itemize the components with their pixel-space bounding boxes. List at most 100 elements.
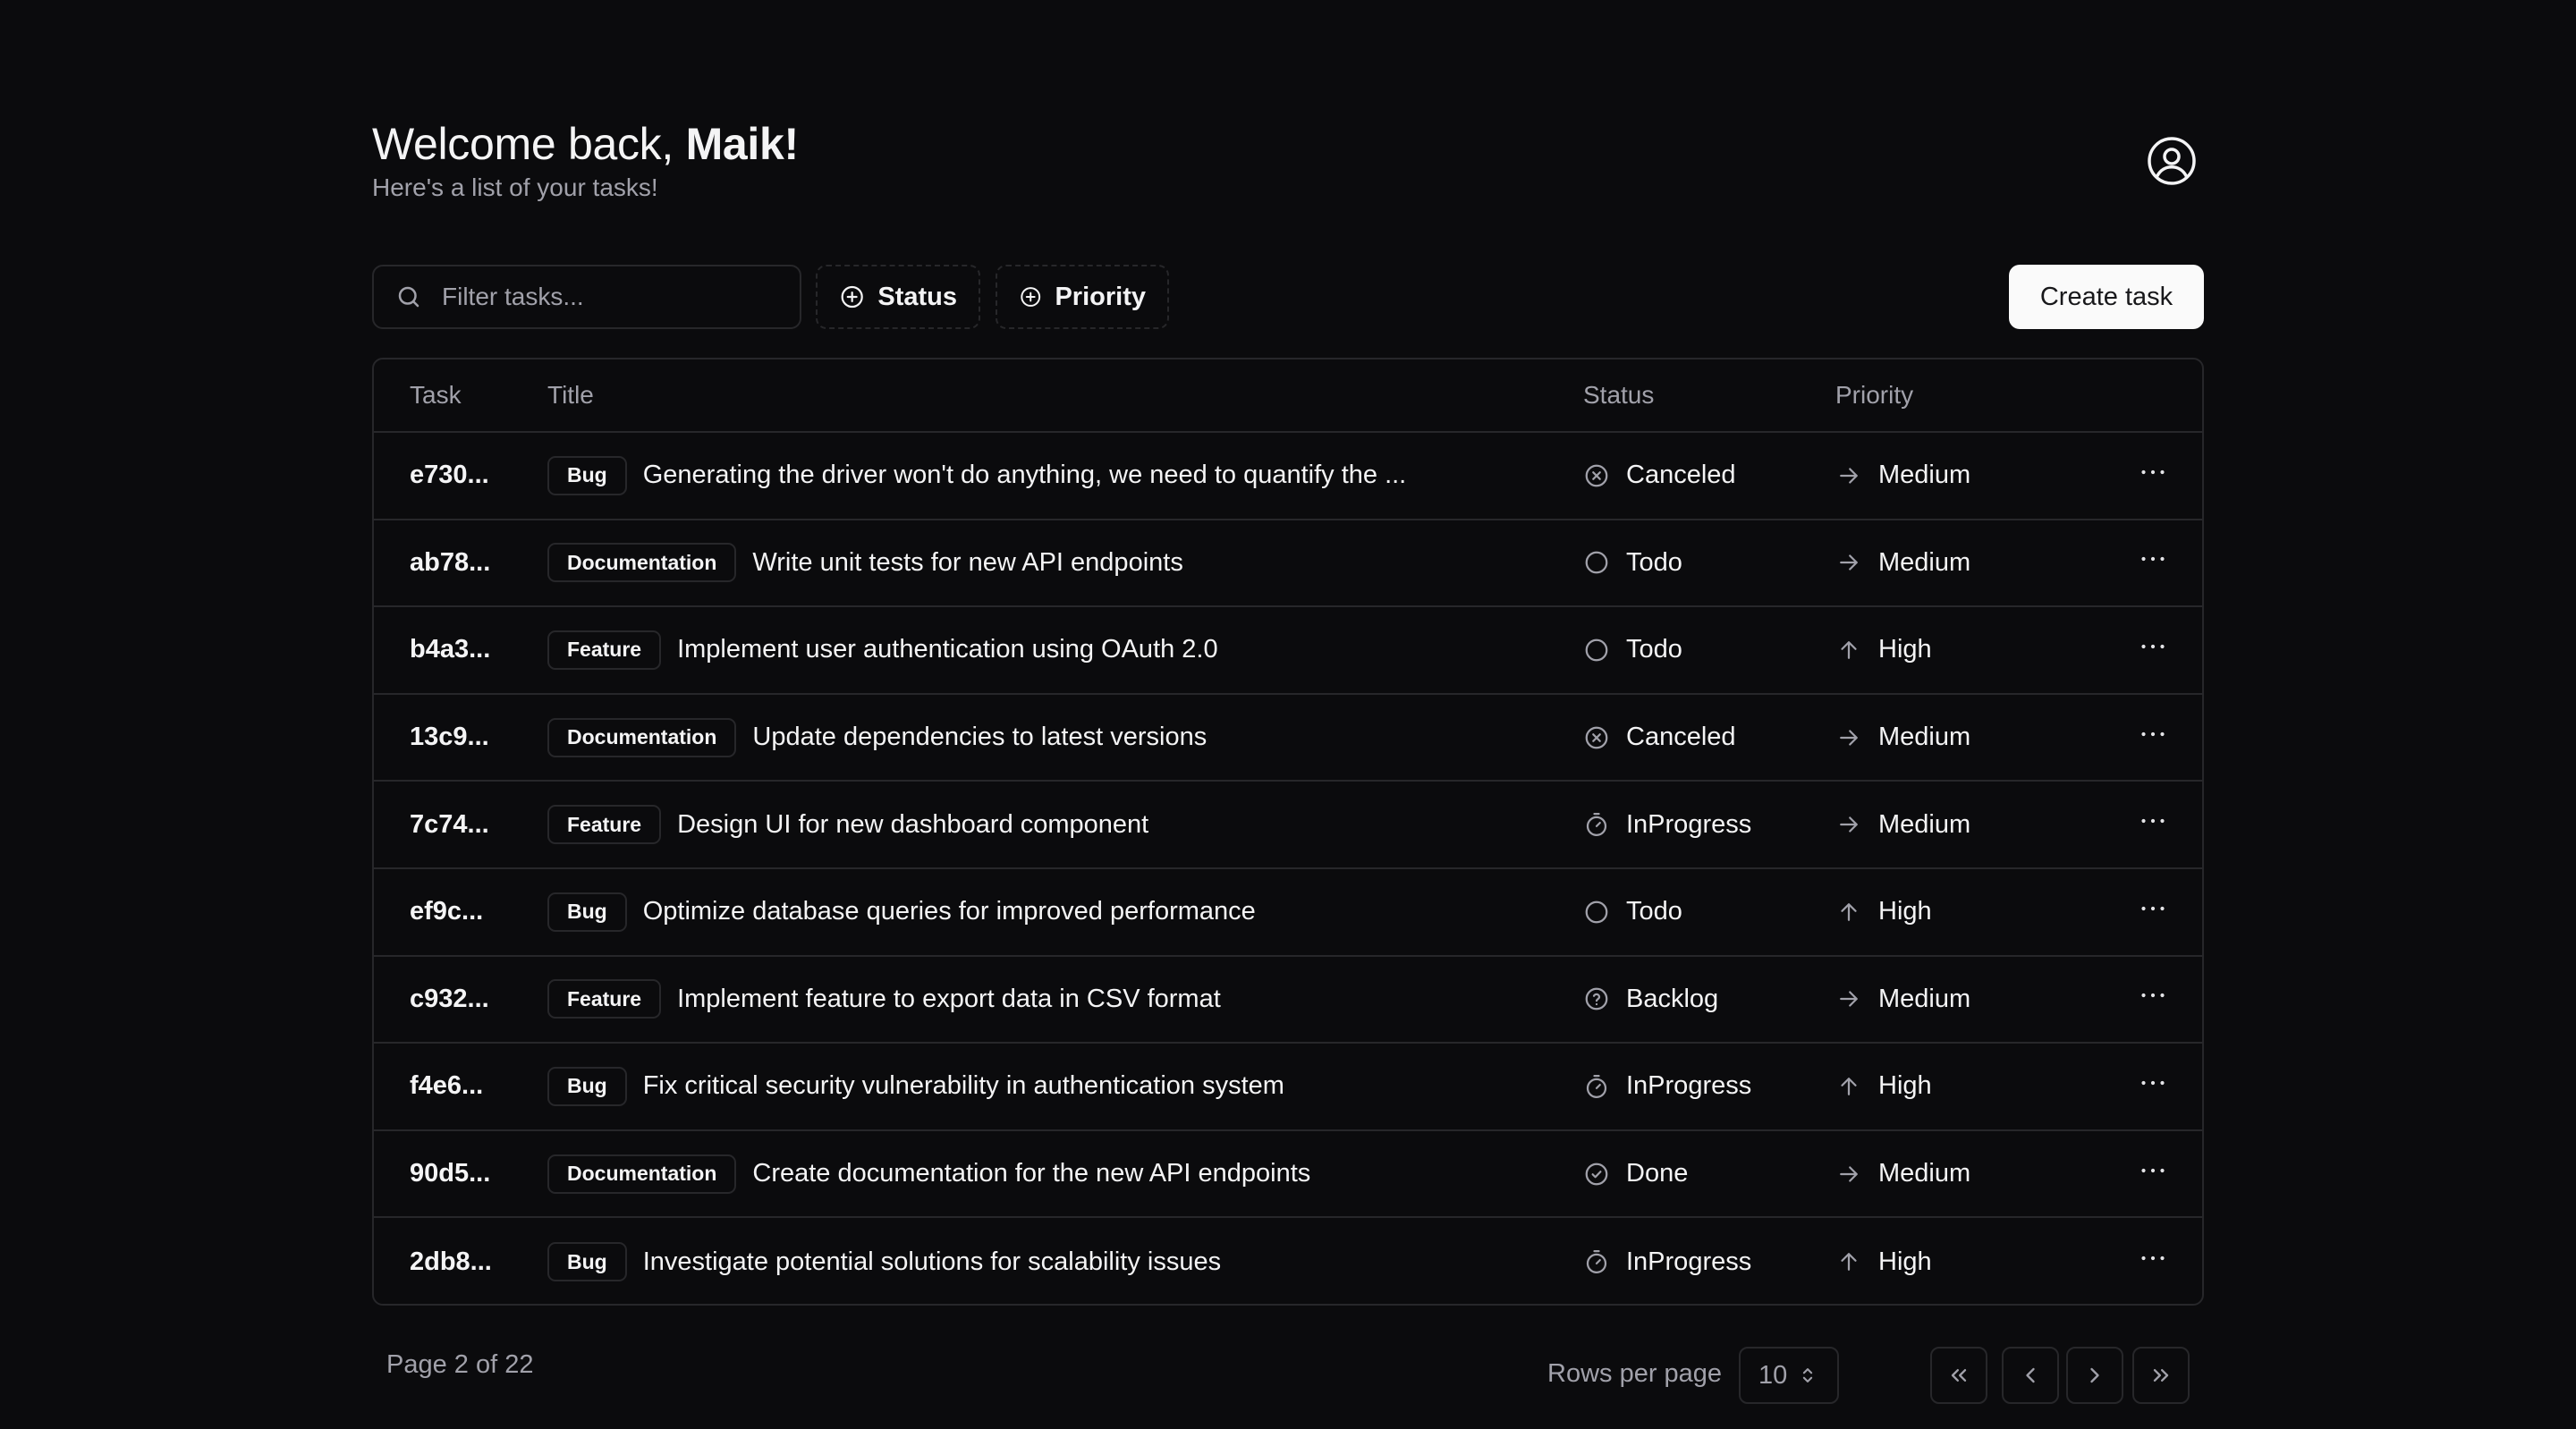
status-icon bbox=[1583, 1073, 1610, 1100]
create-task-button[interactable]: Create task bbox=[2009, 265, 2204, 329]
user-circle-icon bbox=[2148, 137, 2196, 185]
task-label-badge: Documentation bbox=[547, 717, 737, 757]
chevron-left-icon bbox=[2026, 1367, 2035, 1383]
status-label: Done bbox=[1626, 1159, 1689, 1188]
task-id: 13c9... bbox=[410, 723, 489, 752]
column-header-priority[interactable]: Priority bbox=[1835, 381, 2104, 410]
priority-label: High bbox=[1878, 897, 1932, 926]
table-row[interactable]: e730... Bug Generating the driver won't do… bbox=[374, 433, 2202, 520]
first-page-button[interactable] bbox=[1930, 1347, 1987, 1404]
status-label: Canceled bbox=[1626, 723, 1736, 752]
row-actions-button[interactable] bbox=[2137, 1154, 2169, 1194]
arrow-right-icon bbox=[1840, 1165, 1858, 1182]
rows-per-page-select[interactable]: 10 bbox=[1739, 1347, 1839, 1404]
task-status: Backlog bbox=[1583, 985, 1835, 1014]
table-row[interactable]: b4a3... Feature Implement user authenticat… bbox=[374, 607, 2202, 695]
row-actions-button[interactable] bbox=[2137, 805, 2169, 844]
task-title: Optimize database queries for improved p… bbox=[642, 897, 1256, 926]
arrow-up-icon bbox=[1841, 1253, 1857, 1272]
help-circle-icon bbox=[1585, 987, 1608, 1010]
plus-circle-icon bbox=[1021, 287, 1041, 307]
column-header-title[interactable]: Title bbox=[547, 381, 1583, 410]
arrow-right-icon bbox=[1840, 816, 1858, 833]
search-box bbox=[372, 265, 801, 329]
task-priority: High bbox=[1835, 897, 2104, 926]
row-actions-button[interactable] bbox=[2137, 456, 2169, 495]
priority-icon bbox=[1835, 1073, 1862, 1100]
more-horizontal-icon bbox=[2141, 819, 2165, 824]
table-row[interactable]: ef9c... Bug Optimize database queries for … bbox=[374, 869, 2202, 957]
row-actions-button[interactable] bbox=[2137, 1242, 2169, 1281]
status-icon bbox=[1583, 985, 1610, 1012]
task-status: Canceled bbox=[1583, 723, 1835, 752]
task-title-cell: Documentation Create documentation for th… bbox=[547, 1154, 1583, 1194]
task-title-cell: Bug Investigate potential solutions for s… bbox=[547, 1242, 1583, 1282]
x-circle-icon bbox=[1585, 726, 1608, 748]
column-header-status[interactable]: Status bbox=[1583, 381, 1835, 410]
timer-icon bbox=[1586, 813, 1607, 837]
task-title-cell: Feature Implement feature to export data … bbox=[547, 979, 1583, 1019]
task-status: Todo bbox=[1583, 548, 1835, 578]
more-horizontal-icon bbox=[2141, 994, 2165, 998]
task-title-cell: Documentation Write unit tests for new AP… bbox=[547, 543, 1583, 583]
table-row[interactable]: 7c74... Feature Design UI for new dashboar… bbox=[374, 782, 2202, 869]
status-icon bbox=[1583, 462, 1610, 489]
status-icon bbox=[1583, 899, 1610, 926]
table-row[interactable]: c932... Feature Implement feature to expor… bbox=[374, 957, 2202, 1044]
task-id: 7c74... bbox=[410, 809, 489, 839]
table-row[interactable]: 90d5... Documentation Create documentation… bbox=[374, 1131, 2202, 1219]
task-priority: Medium bbox=[1835, 985, 2104, 1014]
page-subtitle: Here's a list of your tasks! bbox=[372, 173, 658, 201]
priority-icon bbox=[1835, 985, 1862, 1012]
task-status: Canceled bbox=[1583, 461, 1835, 490]
column-header-task[interactable]: Task bbox=[374, 381, 547, 410]
task-title: Implement user authentication using OAut… bbox=[677, 635, 1218, 664]
search-input[interactable] bbox=[442, 283, 782, 311]
task-label-badge: Bug bbox=[547, 1066, 627, 1106]
row-actions-button[interactable] bbox=[2137, 892, 2169, 932]
task-title: Implement feature to export data in CSV … bbox=[677, 984, 1221, 1013]
row-actions-button[interactable] bbox=[2137, 630, 2169, 670]
priority-label: High bbox=[1878, 635, 1932, 664]
circle-icon bbox=[1585, 901, 1608, 924]
status-label: Todo bbox=[1626, 547, 1682, 577]
priority-icon bbox=[1835, 899, 1862, 926]
chevron-right-icon bbox=[2090, 1367, 2099, 1383]
more-horizontal-icon bbox=[2141, 557, 2165, 562]
task-title-cell: Bug Generating the driver won't do anythi… bbox=[547, 455, 1583, 495]
table-row[interactable]: 2db8... Bug Investigate potential solution… bbox=[374, 1218, 2202, 1304]
row-actions-button[interactable] bbox=[2137, 1067, 2169, 1106]
row-actions-button[interactable] bbox=[2137, 979, 2169, 1019]
row-actions-button[interactable] bbox=[2137, 718, 2169, 757]
page-info: Page 2 of 22 bbox=[386, 1350, 534, 1379]
status-icon bbox=[1583, 724, 1610, 751]
status-filter-button[interactable]: Status bbox=[816, 265, 980, 329]
table-row[interactable]: f4e6... Bug Fix critical security vulnerab… bbox=[374, 1044, 2202, 1131]
more-horizontal-icon bbox=[2141, 1256, 2165, 1261]
chevrons-right-icon bbox=[2153, 1369, 2169, 1382]
priority-label: High bbox=[1878, 1071, 1932, 1101]
task-id: ab78... bbox=[410, 547, 491, 577]
task-title-cell: Bug Fix critical security vulnerability i… bbox=[547, 1066, 1583, 1106]
task-title-cell: Bug Optimize database queries for improve… bbox=[547, 892, 1583, 932]
task-title: Investigate potential solutions for scal… bbox=[642, 1247, 1222, 1276]
user-avatar-button[interactable] bbox=[2143, 132, 2200, 190]
last-page-button[interactable] bbox=[2132, 1347, 2190, 1404]
task-label-badge: Documentation bbox=[547, 1154, 737, 1194]
task-priority: Medium bbox=[1835, 1159, 2104, 1188]
priority-label: Medium bbox=[1878, 809, 1971, 839]
row-actions-button[interactable] bbox=[2137, 543, 2169, 582]
next-page-button[interactable] bbox=[2066, 1347, 2123, 1404]
task-status: Todo bbox=[1583, 897, 1835, 926]
priority-filter-button[interactable]: Priority bbox=[996, 265, 1169, 329]
task-priority: Medium bbox=[1835, 548, 2104, 578]
more-horizontal-icon bbox=[2141, 644, 2165, 649]
priority-icon bbox=[1835, 462, 1862, 489]
previous-page-button[interactable] bbox=[2002, 1347, 2059, 1404]
table-row[interactable]: 13c9... Documentation Update dependencies … bbox=[374, 695, 2202, 782]
status-label: Backlog bbox=[1626, 984, 1719, 1013]
task-status: InProgress bbox=[1583, 1247, 1835, 1277]
task-title: Create documentation for the new API end… bbox=[752, 1159, 1311, 1188]
task-priority: High bbox=[1835, 1247, 2104, 1277]
table-row[interactable]: ab78... Documentation Write unit tests for… bbox=[374, 520, 2202, 608]
